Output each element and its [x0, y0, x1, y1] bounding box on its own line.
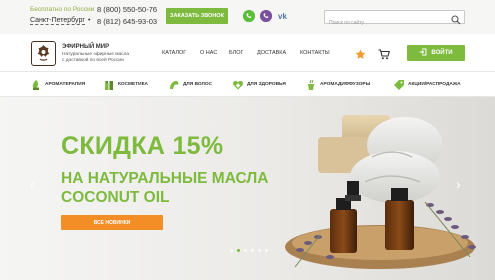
top-bar: Бесплатно по России 8 (800) 550-50-76 Са…	[0, 0, 495, 34]
category-aromatherapy[interactable]: АРОМАТЕРАПИЯ	[30, 78, 85, 91]
viber-icon[interactable]	[260, 10, 272, 22]
slider-prev-icon[interactable]: ‹	[30, 176, 35, 192]
category-cosmetics[interactable]: КОСМЕТИКА	[103, 78, 148, 91]
aromatherapy-icon	[32, 79, 39, 90]
category-diffusers[interactable]: АРОМАДИФФУЗОРЫ	[305, 78, 370, 91]
phone-federal[interactable]: 8 (800) 550-50-76	[97, 5, 157, 14]
hero-title: СКИДКА 15%	[61, 132, 224, 160]
separator-dot: •	[88, 17, 91, 24]
svg-text:vk: vk	[278, 12, 287, 21]
category-bar: АРОМАТЕРАПИЯ КОСМЕТИКА ДЛЯ ВОЛОС ДЛЯ ЗДО…	[0, 72, 495, 97]
category-label: ДЛЯ ЗДОРОВЬЯ	[247, 82, 286, 87]
category-hair[interactable]: ДЛЯ ВОЛОС	[168, 78, 212, 91]
logo-tagline-1: Натуральные эфирные масла	[62, 52, 130, 57]
nav-about[interactable]: О НАС	[200, 50, 217, 56]
city-selector[interactable]: Санкт-Петербург	[30, 17, 85, 25]
main-header: ЭФИРНЫЙ МИР Натуральные эфирные масла с …	[0, 34, 495, 72]
login-label: ВОЙТИ	[431, 50, 453, 56]
nav-catalog[interactable]: КАТАЛОГ	[162, 50, 186, 56]
all-new-button[interactable]: ВСЕ НОВИНКИ	[61, 215, 163, 230]
logo-tagline-2: с доставкой по всей России	[62, 58, 124, 63]
free-call-label: Бесплатно по России	[30, 6, 95, 13]
hero-subtitle-2: COCONUT OIL	[61, 189, 170, 206]
cart-icon[interactable]	[378, 47, 391, 65]
slider-dot[interactable]	[251, 249, 254, 252]
hair-icon	[170, 80, 179, 89]
category-label: ДЛЯ ВОЛОС	[183, 82, 213, 87]
slider-dots	[230, 249, 268, 252]
cosmetics-icon	[105, 80, 113, 90]
hero-banner: СКИДКА 15% НА НАТУРАЛЬНЫЕ МАСЛА COCONUT …	[0, 97, 495, 280]
category-sale[interactable]: АКЦИИ/РАСПРОДАЖА	[393, 78, 461, 91]
slider-dot[interactable]	[230, 249, 233, 252]
search-box	[324, 10, 465, 29]
login-arrow-icon	[419, 48, 427, 58]
logo-title[interactable]: ЭФИРНЫЙ МИР	[62, 44, 109, 50]
whatsapp-icon[interactable]	[243, 10, 255, 22]
slider-dot[interactable]	[265, 249, 268, 252]
search-icon[interactable]	[451, 12, 461, 30]
category-health[interactable]: ДЛЯ ЗДОРОВЬЯ	[232, 78, 286, 91]
callback-button[interactable]: ЗАКАЗАТЬ ЗВОНОК	[166, 8, 228, 24]
hero-subtitle-1: НА НАТУРАЛЬНЫЕ МАСЛА	[61, 170, 269, 187]
slider-dot[interactable]	[237, 249, 240, 252]
category-label: АРОМАДИФФУЗОРЫ	[320, 82, 371, 87]
slider-next-icon[interactable]: ›	[456, 176, 461, 192]
login-button[interactable]: ВОЙТИ	[407, 45, 465, 61]
slider-dot[interactable]	[258, 249, 261, 252]
sale-icon	[394, 79, 404, 90]
nav-delivery[interactable]: ДОСТАВКА	[257, 50, 286, 56]
category-label: КОСМЕТИКА	[118, 82, 149, 87]
favorites-star-icon[interactable]	[355, 47, 366, 65]
slider-dot[interactable]	[244, 249, 247, 252]
diffuser-icon	[308, 79, 314, 90]
logo-icon[interactable]	[31, 41, 56, 66]
vk-icon[interactable]: vk	[278, 10, 292, 22]
nav-contacts[interactable]: КОНТАКТЫ	[300, 50, 330, 56]
health-icon	[233, 80, 243, 89]
search-input[interactable]	[325, 17, 445, 29]
category-label: АРОМАТЕРАПИЯ	[45, 82, 86, 87]
nav-blog[interactable]: БЛОГ	[229, 50, 243, 56]
phone-local[interactable]: 8 (812) 645-93-03	[97, 17, 157, 26]
category-label: АКЦИИ/РАСПРОДАЖА	[408, 82, 461, 87]
